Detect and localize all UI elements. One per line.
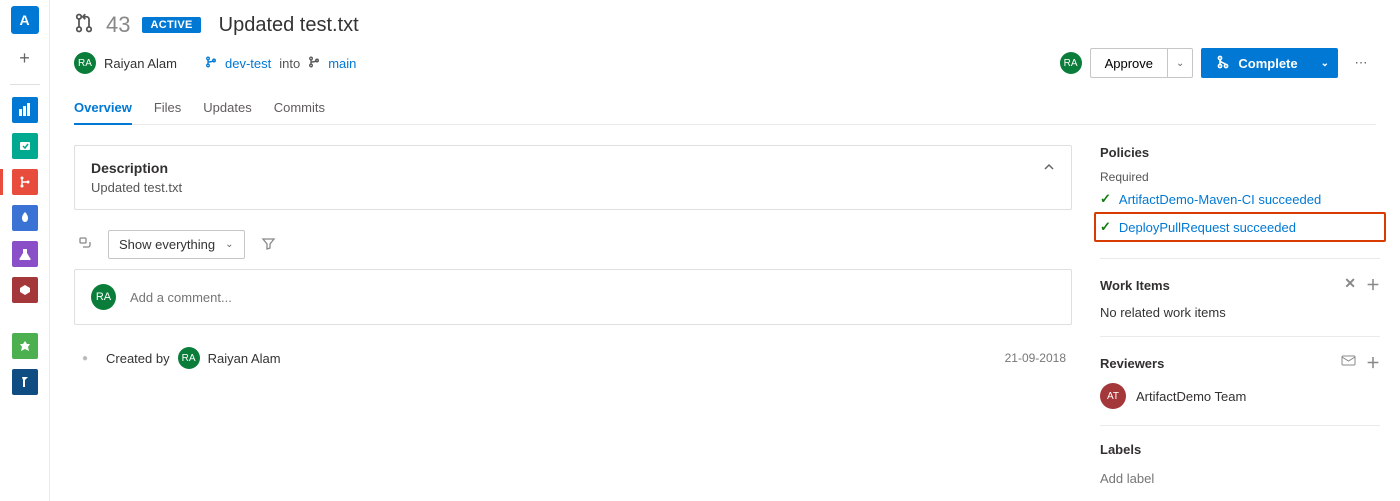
created-by-label: Created by [106,351,170,366]
right-sidebar: Policies Required ✓ ArtifactDemo-Maven-C… [1100,145,1400,501]
author-avatar[interactable]: RA [74,52,96,74]
complete-button-group: Complete ⌄ [1201,48,1338,78]
policy-item: ✓ DeployPullRequest succeeded [1100,216,1380,238]
check-icon: ✓ [1100,191,1111,207]
created-by-avatar[interactable]: RA [178,347,200,369]
test-plans-icon[interactable] [12,241,38,267]
pipelines-icon[interactable] [12,205,38,231]
comment-box: RA [74,269,1072,325]
reviewer-avatar: AT [1100,383,1126,409]
add-project-icon[interactable]: + [11,44,39,72]
complete-label: Complete [1238,56,1297,71]
reviewers-title: Reviewers ＋ [1100,353,1380,373]
add-label-input[interactable] [1100,467,1276,490]
chevron-down-icon: ⌄ [1176,58,1184,69]
pr-header: 43 ACTIVE Updated test.txt RA Raiyan Ala… [50,0,1400,125]
pr-title: Updated test.txt [219,14,359,37]
policy-link[interactable]: ArtifactDemo-Maven-CI succeeded [1119,192,1321,207]
into-label: into [279,56,300,71]
description-title: Description [91,160,168,176]
approve-dropdown-button[interactable]: ⌄ [1167,48,1193,78]
policy-item: ✓ ArtifactDemo-Maven-CI succeeded [1100,188,1380,210]
activity-dot-icon: ● [78,353,92,364]
header-actions: RA Approve ⌄ Complete ⌄ ⋯ [1060,48,1376,78]
close-icon[interactable]: ✕ [1344,275,1356,295]
policy-link[interactable]: DeployPullRequest succeeded [1119,220,1296,235]
reviewer-name: ArtifactDemo Team [1136,389,1246,404]
nav-extra-2-icon[interactable] [12,369,38,395]
pull-request-icon [74,13,94,38]
center-column: Description Updated test.txt Show everyt… [74,145,1072,501]
workitems-title: Work Items ✕ ＋ [1100,275,1380,295]
thread-icon [78,236,92,253]
workitems-title-text: Work Items [1100,278,1170,293]
pr-tabs: Overview Files Updates Commits [74,92,1376,125]
activity-filter-selected: Show everything [119,237,215,252]
reviewers-title-text: Reviewers [1100,356,1164,371]
description-card: Description Updated test.txt [74,145,1072,210]
policies-title: Policies [1100,145,1380,160]
dashboards-icon[interactable] [12,97,38,123]
current-user-avatar[interactable]: RA [1060,52,1082,74]
source-branch-link[interactable]: dev-test [225,56,271,71]
main-content: 43 ACTIVE Updated test.txt RA Raiyan Ala… [50,0,1400,501]
description-body: Updated test.txt [91,180,1055,195]
nav-separator [10,84,40,85]
approve-button-group: Approve ⌄ [1090,48,1194,78]
mail-icon[interactable] [1341,353,1356,373]
target-branch-link[interactable]: main [328,56,356,71]
activity-filter-row: Show everything ⌄ [74,230,1072,259]
created-by-name[interactable]: Raiyan Alam [208,351,281,366]
chevron-down-icon: ⌄ [225,239,233,250]
approve-button[interactable]: Approve [1090,48,1167,78]
branch-icon [205,56,217,71]
branch-icon [308,56,320,71]
check-icon: ✓ [1100,219,1111,235]
tab-overview[interactable]: Overview [74,92,132,125]
tab-updates[interactable]: Updates [203,92,251,124]
add-icon[interactable]: ＋ [1366,353,1380,373]
merge-icon [1216,55,1230,72]
repos-icon[interactable] [12,169,38,195]
author-name[interactable]: Raiyan Alam [104,56,177,71]
reviewer-row[interactable]: AT ArtifactDemo Team [1100,383,1380,409]
left-nav-rail: A + [0,0,50,501]
complete-button[interactable]: Complete [1201,48,1311,78]
add-icon[interactable]: ＋ [1366,275,1380,295]
comment-input[interactable] [130,290,1055,305]
status-badge: ACTIVE [142,17,200,33]
section-separator [1100,258,1380,259]
project-avatar[interactable]: A [11,6,39,34]
policy-highlight: ✓ DeployPullRequest succeeded [1094,212,1386,242]
tab-files[interactable]: Files [154,92,181,124]
nav-extra-1-icon[interactable] [12,333,38,359]
activity-filter-dropdown[interactable]: Show everything ⌄ [108,230,245,259]
complete-dropdown-button[interactable]: ⌄ [1312,48,1338,78]
section-separator [1100,336,1380,337]
more-actions-button[interactable]: ⋯ [1346,48,1376,78]
policies-required-label: Required [1100,170,1380,184]
workitems-empty: No related work items [1100,305,1380,320]
comment-avatar: RA [91,284,116,310]
section-separator [1100,425,1380,426]
created-activity-row: ● Created by RA Raiyan Alam 21-09-2018 [74,347,1072,369]
pr-number: 43 [106,12,130,38]
chevron-down-icon: ⌄ [1321,58,1329,69]
artifacts-icon[interactable] [12,277,38,303]
created-date: 21-09-2018 [1005,351,1072,365]
tab-commits[interactable]: Commits [274,92,325,124]
filter-icon[interactable] [261,236,276,254]
collapse-icon[interactable] [1043,161,1055,176]
boards-icon[interactable] [12,133,38,159]
labels-title: Labels [1100,442,1380,457]
